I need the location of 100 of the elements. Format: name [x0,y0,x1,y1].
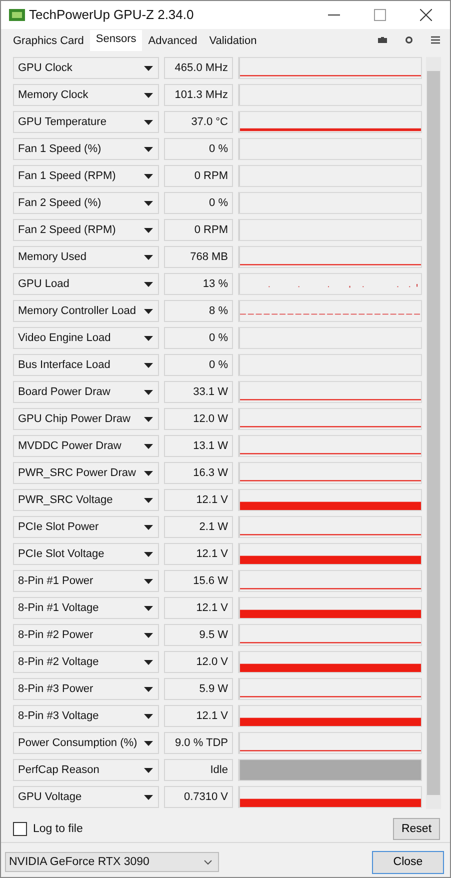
sensor-name-dropdown[interactable]: Video Engine Load [13,327,159,350]
caret-icon [144,552,153,557]
sensor-value: 0 % [164,354,233,376]
tab[interactable]: Advanced [142,32,204,51]
sensor-value: 12.1 V [164,597,233,620]
caret-icon [144,200,153,206]
caret-icon [144,336,153,341]
caret-icon [144,228,153,233]
caret-icon [144,120,153,125]
sensor-value: 16.3 W [164,462,233,484]
scrollbar[interactable] [426,56,441,809]
close-icon[interactable] [420,8,432,21]
tab[interactable]: Graphics Card [7,32,90,51]
sensor-name-dropdown[interactable]: Fan 2 Speed (RPM) [13,219,159,242]
sensor-name-dropdown[interactable]: 8-Pin #1 Voltage [13,597,159,620]
sensor-value: 12.0 V [164,651,233,674]
caret-icon [144,578,153,584]
sensor-name-dropdown[interactable]: 8-Pin #2 Power [13,624,159,646]
caret-icon [144,174,153,179]
sensor-value: 12.1 V [164,543,233,566]
caret-icon [144,146,153,152]
sensor-name-dropdown[interactable]: 8-Pin #3 Voltage [13,705,159,728]
sensor-name-dropdown[interactable]: GPU Temperature [13,111,159,134]
sensor-value: 5.9 W [164,678,233,700]
sensor-name-dropdown[interactable]: 8-Pin #1 Power [13,570,159,592]
sensor-value: 0 RPM [164,219,233,242]
sensor-name-dropdown[interactable]: GPU Voltage [13,786,159,808]
caret-icon [144,416,153,422]
sensor-name-dropdown[interactable]: Fan 2 Speed (%) [13,192,159,214]
sensor-name-dropdown[interactable]: GPU Load [13,273,159,296]
sensor-name-dropdown[interactable]: Board Power Draw [13,381,159,404]
sensor-name-dropdown[interactable]: 8-Pin #3 Power [13,678,159,700]
gpu-dropdown[interactable]: NVIDIA GeForce RTX 3090 [5,852,219,872]
close-button[interactable]: Close [372,850,444,874]
sensor-name-dropdown[interactable]: GPU Clock [13,57,159,80]
caret-icon [144,390,153,395]
sensor-value: 0 % [164,327,233,350]
sensor-name-dropdown[interactable]: 8-Pin #2 Voltage [13,651,159,674]
caret-icon [144,282,153,287]
caret-icon [144,66,153,71]
caret-icon [144,632,153,638]
caret-icon [144,660,153,665]
sensor-name-dropdown[interactable]: Fan 1 Speed (RPM) [13,165,159,188]
sensor-value: 2.1 W [164,516,233,538]
sensor-name-dropdown[interactable]: MVDDC Power Draw [13,435,159,458]
caret-icon [144,92,153,98]
sensor-value: 13 % [164,273,233,296]
sensor-name-dropdown[interactable]: Bus Interface Load [13,354,159,376]
caret-icon [144,362,153,368]
sensor-name-dropdown[interactable]: Fan 1 Speed (%) [13,138,159,160]
sensor-value: 12.1 V [164,489,233,512]
caret-icon [144,794,153,800]
sensor-name-dropdown[interactable]: PWR_SRC Voltage [13,489,159,512]
sensor-value: 13.1 W [164,435,233,458]
checkbox[interactable] [13,822,27,836]
sensor-value: 37.0 °C [164,111,233,134]
sensor-value: 33.1 W [164,381,233,404]
caret-icon [144,308,153,314]
caret-icon [144,740,153,746]
caret-icon [144,498,153,503]
caret-icon [144,524,153,530]
sensor-name-dropdown[interactable]: PCIe Slot Power [13,516,159,538]
caret-icon [144,768,153,773]
caret-icon [144,444,153,449]
maximize-icon[interactable] [374,8,386,21]
sensor-name-dropdown[interactable]: Memory Used [13,246,159,268]
sensor-value: 15.6 W [164,570,233,592]
sensor-value: 12.1 V [164,705,233,728]
caret-icon [144,470,153,476]
caret-icon [144,606,153,611]
graphics-card-icon [9,8,25,21]
menu-icon[interactable] [431,36,440,44]
sensor-name-dropdown[interactable]: Memory Clock [13,84,159,106]
camera-icon[interactable] [378,36,387,43]
sensor-value: 0.7310 V [164,786,233,808]
sensor-value: 9.5 W [164,624,233,646]
caret-icon [144,254,153,260]
sensor-value: 0 RPM [164,165,233,188]
checkbox-label: Log to file [33,822,83,835]
sensor-value: 0 % [164,138,233,160]
sensor-value: 8 % [164,300,233,322]
sensor-value: 768 MB [164,246,233,268]
sensor-value: 9.0 % TDP [164,732,233,754]
sensor-value: 465.0 MHz [164,57,233,80]
tab[interactable]: Sensors [90,30,142,51]
reset-button[interactable]: Reset [393,818,440,840]
sensor-value: 0 % [164,192,233,214]
sensor-name-dropdown[interactable]: Power Consumption (%) [13,732,159,754]
window-title: TechPowerUp GPU-Z 2.34.0 [29,7,194,22]
chevron-icon [204,860,212,865]
caret-icon [144,686,153,692]
sensor-name-dropdown[interactable]: GPU Chip Power Draw [13,408,159,430]
sensor-name-dropdown[interactable]: PWR_SRC Power Draw [13,462,159,484]
caret-icon [144,714,153,719]
sensor-value: 101.3 MHz [164,84,233,106]
sensor-name-dropdown[interactable]: Memory Controller Load [13,300,159,322]
sensor-name-dropdown[interactable]: PCIe Slot Voltage [13,543,159,566]
sensor-name-dropdown[interactable]: PerfCap Reason [13,759,159,782]
sensor-value: Idle [164,759,233,782]
tab[interactable]: Validation [203,32,263,51]
